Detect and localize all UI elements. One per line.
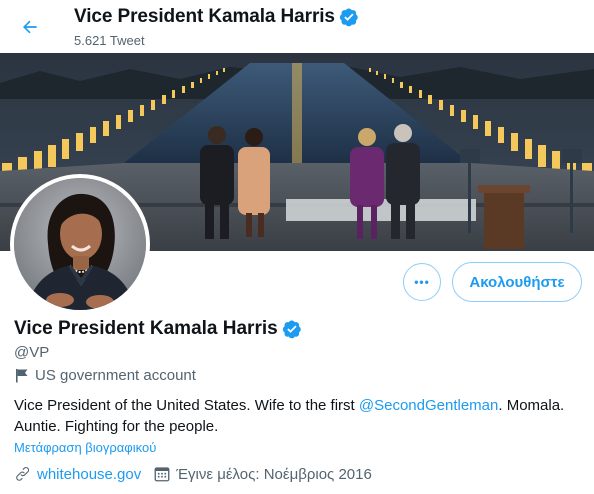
flag-icon bbox=[15, 368, 29, 383]
profile-meta-row: whitehouse.gov Έγινε μέλος: Νοέμβριος 20… bbox=[14, 465, 384, 483]
arrow-left-icon bbox=[23, 20, 37, 34]
tweet-count: 5.621 Tweet bbox=[74, 33, 145, 48]
profile-bio: Vice President of the United States. Wif… bbox=[14, 395, 574, 437]
top-bar: Vice President Kamala Harris 5.621 Tweet bbox=[0, 0, 594, 53]
account-label: US government account bbox=[35, 367, 196, 384]
verified-badge-icon bbox=[339, 8, 358, 27]
calendar-icon bbox=[154, 467, 170, 482]
website-link[interactable]: whitehouse.gov bbox=[37, 466, 141, 483]
profile-name-row: Vice President Kamala Harris bbox=[14, 318, 302, 340]
avatar-image bbox=[14, 178, 146, 310]
header-title: Vice President Kamala Harris bbox=[74, 6, 335, 27]
header-title-row: Vice President Kamala Harris bbox=[74, 6, 359, 28]
more-options-button[interactable]: ••• bbox=[403, 263, 441, 301]
profile-name: Vice President Kamala Harris bbox=[14, 318, 278, 339]
joined-date: Έγινε μέλος: Νοέμβριος 2016 bbox=[176, 465, 372, 483]
bio-mention-link[interactable]: @SecondGentleman bbox=[359, 397, 498, 414]
joined-item: Έγινε μέλος: Νοέμβριος 2016 bbox=[153, 465, 372, 483]
back-button[interactable] bbox=[12, 9, 48, 45]
link-icon bbox=[16, 467, 30, 481]
profile-avatar[interactable] bbox=[10, 174, 150, 314]
website-item: whitehouse.gov bbox=[14, 465, 141, 483]
account-label-row: US government account bbox=[15, 367, 196, 384]
more-options-label: ••• bbox=[414, 275, 430, 289]
follow-button[interactable]: Ακολουθήστε bbox=[452, 262, 582, 302]
bio-text-start: Vice President of the United States. Wif… bbox=[14, 397, 359, 414]
verified-badge-icon bbox=[282, 320, 301, 339]
profile-handle: @VP bbox=[14, 344, 50, 361]
translate-bio-link[interactable]: Μετάφραση βιογραφικού bbox=[14, 440, 156, 455]
